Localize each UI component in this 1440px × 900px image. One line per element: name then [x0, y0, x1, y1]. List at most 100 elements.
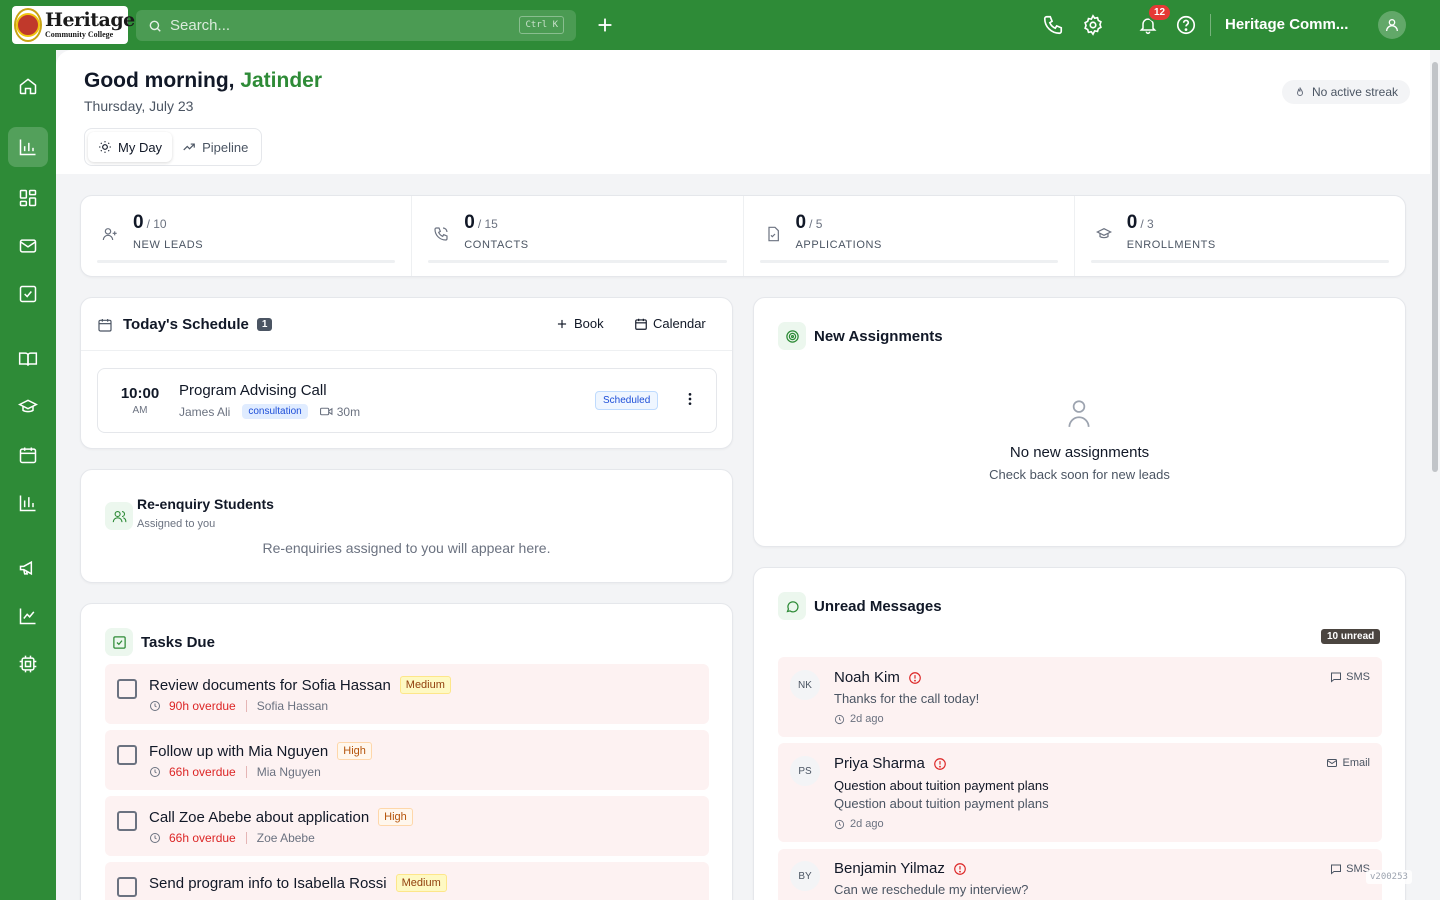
stat-total: / 3 — [1140, 217, 1154, 231]
sun-icon — [98, 140, 118, 154]
message-circle-icon — [778, 592, 806, 620]
task-checkbox[interactable] — [117, 877, 137, 897]
sidebar-item-inbox[interactable] — [8, 226, 48, 266]
appointment-title: Program Advising Call — [179, 382, 327, 399]
alert-circle-icon — [945, 862, 967, 876]
message-icon — [1330, 863, 1346, 875]
help-button[interactable] — [1175, 14, 1197, 36]
stat-total: / 5 — [809, 217, 823, 231]
task-person: Sofia Hassan — [256, 699, 329, 713]
org-switcher[interactable]: Heritage Comm... — [1225, 16, 1348, 33]
schedule-title: Today's Schedule — [123, 316, 249, 333]
calendar-button[interactable]: Calendar — [634, 316, 706, 331]
clock-icon — [149, 766, 161, 778]
schedule-count: 1 — [256, 318, 273, 331]
stat-value: 0 — [1126, 212, 1138, 233]
megaphone-icon — [18, 558, 38, 578]
stat-label: CONTACTS — [464, 239, 529, 251]
notification-badge: 12 — [1147, 3, 1173, 22]
stat-progress — [1090, 260, 1389, 263]
plus-icon — [555, 317, 574, 331]
greeting: Good morning, Jatinder — [84, 69, 322, 93]
stat-new-leads[interactable]: 0/ 10 NEW LEADS — [81, 196, 413, 276]
task-item[interactable]: Follow up with Mia Nguyen High 66h overdu… — [105, 730, 709, 790]
message-subject: Question about tuition payment plans — [834, 778, 1049, 793]
page-scrollbar[interactable] — [1430, 50, 1440, 900]
appointment-duration: 30m — [336, 404, 361, 419]
stat-value: 0 — [133, 212, 144, 233]
flame-icon — [1294, 86, 1306, 99]
tab-pipeline[interactable]: Pipeline — [172, 132, 258, 162]
search-input[interactable] — [170, 17, 500, 34]
message-preview: Question about tuition payment plans — [834, 796, 1049, 811]
book-icon — [18, 349, 38, 369]
more-vertical-icon — [682, 391, 698, 407]
stat-applications[interactable]: 0/ 5 APPLICATIONS — [744, 196, 1075, 276]
sidebar-item-home[interactable] — [8, 66, 48, 106]
calendar-icon — [18, 445, 38, 465]
stat-contacts[interactable]: 0/ 15 CONTACTS — [412, 196, 744, 276]
sidebar-item-campaigns[interactable] — [8, 548, 48, 588]
priority-badge: Medium — [399, 676, 451, 694]
search-icon — [148, 19, 162, 33]
tab-label: Pipeline — [202, 139, 249, 155]
stat-value: 0 — [795, 212, 807, 233]
home-icon — [18, 76, 38, 96]
appointment-menu-button[interactable] — [682, 391, 698, 407]
appointment-person: James Ali — [179, 404, 231, 419]
appointment-ampm: AM — [132, 405, 148, 416]
sidebar-item-students[interactable] — [8, 387, 48, 427]
message-item[interactable]: NK Noah Kim SMS Thanks for the call toda… — [778, 657, 1382, 737]
sidebar — [0, 50, 56, 900]
mail-icon — [1326, 757, 1342, 769]
stat-enrollments[interactable]: 0/ 3 ENROLLMENTS — [1075, 196, 1405, 276]
scrollbar-thumb[interactable] — [1432, 62, 1438, 472]
message-item[interactable]: PS Priya Sharma Email Question about tui… — [778, 743, 1382, 842]
stat-progress — [428, 260, 727, 263]
sidebar-item-integrations[interactable] — [8, 644, 48, 684]
task-checkbox[interactable] — [117, 811, 137, 831]
message-item[interactable]: BY Benjamin Yilmaz SMS Can we reschedule… — [778, 849, 1382, 900]
clock-icon — [834, 714, 850, 725]
assignments-card: New Assignments No new assignments Check… — [753, 297, 1406, 547]
user-name: Jatinder — [240, 69, 323, 92]
user-avatar[interactable] — [1378, 11, 1406, 39]
task-checkbox[interactable] — [117, 745, 137, 765]
search-box[interactable]: Ctrl K — [136, 10, 576, 41]
sidebar-item-analytics[interactable] — [8, 596, 48, 636]
sidebar-item-reports[interactable] — [8, 483, 48, 523]
appointment-time: 10:00 — [120, 385, 160, 402]
stat-label: NEW LEADS — [133, 239, 204, 251]
book-button[interactable]: Book — [555, 316, 604, 331]
page-header: Good morning, Jatinder Thursday, July 23… — [56, 50, 1430, 174]
task-title: Review documents for Sofia Hassan — [149, 676, 391, 694]
phone-button[interactable] — [1042, 14, 1064, 36]
add-button[interactable] — [594, 14, 616, 36]
tab-my-day[interactable]: My Day — [88, 132, 173, 162]
sender-name: Priya Sharma — [834, 755, 925, 772]
sidebar-item-tasks[interactable] — [8, 274, 48, 314]
chip-icon — [18, 654, 38, 674]
task-item[interactable]: Call Zoe Abebe about application High 66h… — [105, 796, 709, 856]
task-item[interactable]: Send program info to Isabella Rossi Mediu… — [105, 862, 709, 900]
book-label: Book — [574, 316, 604, 331]
trending-up-icon — [182, 140, 202, 154]
sidebar-item-programs[interactable] — [8, 339, 48, 379]
task-item[interactable]: Review documents for Sofia Hassan Medium … — [105, 664, 709, 724]
calendar-icon — [634, 317, 653, 331]
user-icon — [1066, 398, 1092, 428]
appointment-item[interactable]: 10:00 AM Program Advising Call James Ali… — [97, 368, 717, 433]
phone-call-icon — [428, 221, 454, 247]
reenquiry-title: Re-enquiry Students — [137, 496, 274, 512]
reenquiry-empty: Re-enquiries assigned to you will appear… — [262, 540, 551, 556]
channel-label: Email — [1342, 757, 1370, 769]
sidebar-item-dashboard[interactable] — [8, 127, 48, 167]
settings-button[interactable] — [1082, 14, 1104, 36]
stat-total: / 15 — [477, 217, 498, 231]
task-checkbox[interactable] — [117, 679, 137, 699]
crest-icon — [14, 8, 42, 42]
help-icon — [1175, 14, 1197, 36]
task-overdue: 66h overdue — [169, 765, 236, 779]
sidebar-item-board[interactable] — [8, 178, 48, 218]
sidebar-item-calendar[interactable] — [8, 435, 48, 475]
